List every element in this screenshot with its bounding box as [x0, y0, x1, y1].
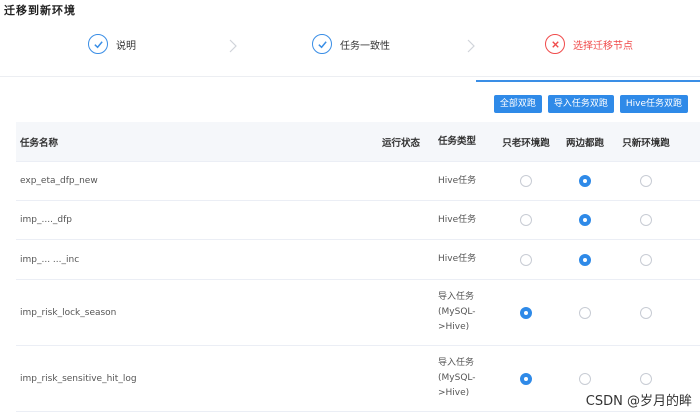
table-row: imp_...._dfp Hive任务: [16, 201, 700, 240]
radio-new-only[interactable]: [640, 372, 652, 385]
step-select-node[interactable]: 选择迁移节点: [545, 34, 633, 54]
header-task-name: 任务名称: [20, 137, 59, 149]
steps-bar: 说明 任务一致性 选择迁移节点: [0, 24, 700, 82]
header-old-only: 只老环境跑: [502, 137, 550, 149]
radio-both[interactable]: [579, 306, 591, 319]
step-instructions[interactable]: 说明: [88, 34, 136, 54]
task-type: 导入任务 (MySQL->Hive): [438, 292, 476, 332]
header-new-only: 只新环境跑: [622, 137, 670, 149]
toolbar: 全部双跑 导入任务双跑 Hive任务双跑: [493, 95, 688, 113]
table-row: exp_eta_dfp_new Hive任务: [16, 162, 700, 201]
task-type: Hive任务: [438, 175, 477, 186]
all-double-run-button[interactable]: 全部双跑: [493, 95, 542, 113]
task-name: imp_risk_lock_season: [20, 307, 117, 318]
hive-double-run-button[interactable]: Hive任务双跑: [619, 95, 688, 113]
task-name: imp_... ..._inc: [20, 254, 80, 265]
radio-old-only[interactable]: [520, 372, 532, 385]
radio-new-only[interactable]: [640, 253, 652, 266]
radio-new-only[interactable]: [640, 306, 652, 319]
radio-both[interactable]: [579, 253, 591, 266]
table-row: imp_... ..._inc Hive任务: [16, 240, 700, 280]
task-type: Hive任务: [438, 254, 477, 264]
header-status: 运行状态: [382, 137, 421, 149]
table-row: imp_risk_lock_season 导入任务 (MySQL->Hive): [16, 280, 700, 346]
radio-both[interactable]: [579, 214, 591, 226]
task-type: Hive任务: [438, 214, 477, 225]
task-name: imp_...._dfp: [20, 215, 73, 225]
radio-old-only[interactable]: [520, 306, 532, 319]
task-name: imp_risk_sensitive_hit_log: [20, 373, 137, 384]
close-icon: [545, 34, 565, 54]
step-task-consistency[interactable]: 任务一致性: [312, 34, 390, 54]
radio-old-only[interactable]: [520, 175, 532, 187]
radio-both[interactable]: [579, 175, 591, 187]
chevron-right-icon: [229, 39, 237, 53]
task-type: 导入任务 (MySQL->Hive): [438, 358, 476, 398]
dialog-title: 迁移到新环境: [4, 4, 76, 17]
watermark: CSDN @岁月的眸: [585, 394, 692, 409]
radio-new-only[interactable]: [640, 214, 652, 226]
task-table: 任务名称 运行状态 任务类型 只老环境跑 两边都跑 只新环境跑 exp_eta_…: [16, 122, 700, 412]
import-double-run-button[interactable]: 导入任务双跑: [547, 95, 614, 113]
radio-both[interactable]: [579, 372, 591, 385]
check-icon: [312, 34, 332, 54]
step-label: 说明: [116, 40, 136, 52]
active-step-underline: [476, 80, 700, 82]
radio-old-only[interactable]: [520, 214, 532, 226]
header-both: 两边都跑: [565, 137, 604, 149]
chevron-right-icon: [467, 39, 475, 53]
header-type: 任务类型: [438, 136, 477, 147]
step-label: 选择迁移节点: [573, 40, 633, 52]
radio-old-only[interactable]: [520, 253, 532, 266]
task-name: exp_eta_dfp_new: [20, 176, 98, 186]
step-label: 任务一致性: [340, 40, 390, 52]
radio-new-only[interactable]: [640, 175, 652, 187]
table-header: 任务名称 运行状态 任务类型 只老环境跑 两边都跑 只新环境跑: [16, 122, 700, 162]
check-icon: [88, 34, 108, 54]
divider: [0, 76, 700, 77]
